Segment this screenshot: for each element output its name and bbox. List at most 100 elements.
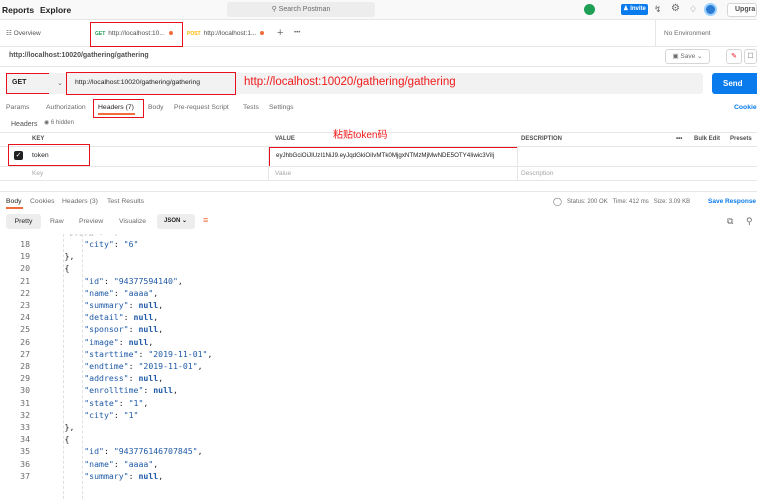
line-number: 20 (20, 263, 30, 274)
tab-settings[interactable]: Settings (269, 100, 294, 116)
tab-pre-request-script[interactable]: Pre-request Script (174, 100, 229, 116)
url-input[interactable]: http://localhost:10020/gathering/gatheri… (66, 72, 236, 95)
json-key: "enrolltime" (84, 385, 144, 396)
send-button[interactable]: Send (712, 73, 757, 94)
comments-icon[interactable]: ☐ (744, 49, 757, 64)
json-value: null (128, 336, 149, 347)
presets-button[interactable]: Presets (730, 136, 752, 142)
response-body-editor[interactable]: "state": "1", 18 "city": "6"19 },20 {21 … (0, 234, 757, 499)
line-number: 26 (20, 336, 30, 347)
cookies-link[interactable]: Cookie (734, 100, 757, 116)
view-preview[interactable]: Preview (79, 218, 103, 225)
line-number: 23 (20, 300, 30, 310)
code-line: 20 { (0, 263, 69, 273)
response-tab-body[interactable]: Body (6, 198, 22, 205)
new-tab-button[interactable]: + (277, 20, 283, 47)
tab-tests[interactable]: Tests (243, 100, 259, 116)
view-pretty[interactable]: Pretty (6, 214, 41, 229)
line-number: 32 (20, 409, 30, 420)
chevron-down-icon: ⌄ (695, 53, 703, 60)
response-toolbar (0, 211, 757, 234)
code-line: 32 "city": "1" (0, 410, 138, 420)
json-value: "943776146707845" (113, 446, 198, 457)
line-number: 33 (20, 422, 30, 432)
response-tab-test-results[interactable]: Test Results (107, 198, 144, 205)
environment-select[interactable]: No Environment (664, 20, 711, 47)
header-key-token[interactable]: token (32, 152, 49, 159)
code-punctuation: { (64, 434, 70, 445)
json-key: "id" (84, 275, 104, 286)
tab-request-2[interactable]: POST http://localhost:1... (187, 20, 265, 47)
tab-params[interactable]: Params (6, 100, 29, 116)
line-number: 36 (20, 458, 30, 469)
json-key: "name" (84, 458, 114, 469)
request-name[interactable]: http://localhost:10020/gathering/gatheri… (9, 52, 149, 59)
table-bottom-line (0, 180, 757, 181)
tab-request-1-method: GET (95, 31, 106, 37)
json-key: "image" (84, 336, 119, 347)
tab-authorization[interactable]: Authorization (46, 100, 86, 116)
json-key: "starttime" (84, 348, 139, 359)
json-value: "2019-11-01" (148, 348, 208, 359)
tab-request-1[interactable]: GET http://localhost:10... (90, 22, 183, 47)
edit-icon[interactable]: ✎ (726, 49, 742, 64)
settings-icon[interactable]: ⚙ (671, 3, 680, 14)
hidden-headers-toggle[interactable]: ◉ 6 hidden (44, 119, 74, 126)
response-tab-cookies[interactable]: Cookies (30, 198, 55, 205)
json-key: "name" (84, 287, 114, 298)
view-raw[interactable]: Raw (50, 218, 64, 225)
code-line: 36 "name": "aaaa", (0, 459, 158, 469)
line-number: 28 (20, 361, 30, 371)
header-value-token[interactable]: eyJhbGciOiJIUzI1NiJ9.eyJqdGkiOiIvMTk0Mjg… (269, 147, 518, 167)
method-chevron-down-icon[interactable]: ⌄ (57, 79, 63, 87)
line-number: 29 (20, 373, 30, 384)
avatar[interactable] (704, 3, 717, 16)
wrap-lines-icon[interactable]: ≡ (203, 215, 208, 225)
copy-icon[interactable]: ⧉ (727, 216, 733, 227)
tab-overview[interactable]: ☷ Overview (6, 20, 41, 47)
chevron-down-icon: ⌄ (180, 218, 188, 224)
tab-body[interactable]: Body (148, 100, 164, 116)
code-line: 21 "id": "94377594140", (0, 276, 183, 286)
response-tab-headers[interactable]: Headers (3) (62, 198, 98, 205)
upgrade-button[interactable]: Upgra (727, 3, 757, 17)
active-tab-indicator (98, 113, 135, 115)
json-value: "6" (123, 239, 139, 249)
search-response-icon[interactable]: ⚲ (746, 216, 753, 227)
view-visualize[interactable]: Visualize (119, 218, 146, 225)
code-line: 30 "enrolltime": null, (0, 385, 178, 395)
search-input[interactable]: ⚲ Search Postman (227, 2, 375, 17)
json-value: "aaaa" (123, 287, 154, 298)
nav-explore[interactable]: Explore (40, 5, 71, 15)
status-text: Status: 200 OK Time: 412 ms Size: 3.09 K… (567, 199, 690, 205)
eye-icon: ◉ (44, 120, 51, 126)
save-button[interactable]: ▣ Save ⌄ (665, 49, 710, 64)
bell-icon[interactable]: ♢ (689, 4, 697, 15)
json-value: null (133, 312, 154, 323)
json-key: "summary" (84, 470, 129, 481)
new-value-input[interactable]: Value (275, 170, 291, 177)
code-line: 24 "detail": null, (0, 312, 158, 322)
more-tabs-button[interactable]: ••• (294, 20, 300, 47)
code-line: 18 "city": "6" (0, 239, 138, 249)
json-value: null (138, 300, 159, 310)
header-enabled-checkbox[interactable]: ✓ (14, 151, 23, 160)
json-key: "sponsor" (84, 324, 129, 335)
nav-reports[interactable]: Reports (2, 5, 34, 15)
code-line: 26 "image": null, (0, 337, 153, 347)
table-more-button[interactable]: ••• (676, 136, 682, 142)
invite-button[interactable]: ♟ Invite (621, 4, 648, 15)
col-divider (268, 146, 269, 180)
annotation-method-box (6, 73, 52, 94)
line-number: 18 (20, 239, 30, 249)
bulk-edit-button[interactable]: Bulk Edit (694, 136, 720, 142)
new-description-input[interactable]: Description (521, 170, 554, 177)
sync-status-icon[interactable] (584, 4, 595, 15)
code-line: 31 "state": "1", (0, 398, 148, 408)
save-response-button[interactable]: Save Response (708, 198, 756, 205)
format-select[interactable]: JSON ⌄ (157, 214, 195, 229)
status-code: Status: 200 OK (567, 199, 608, 205)
new-key-input[interactable]: Key (32, 170, 43, 177)
line-number: 27 (20, 348, 30, 359)
satellite-icon[interactable]: ↯ (654, 4, 662, 15)
